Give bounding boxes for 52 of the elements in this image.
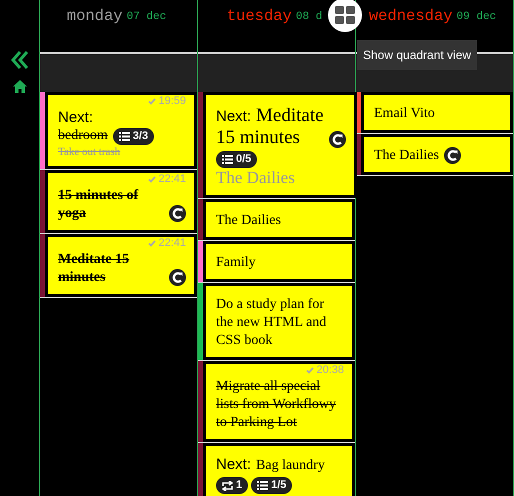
task-title: Email Vito: [374, 105, 435, 123]
task-title: bedroom: [58, 127, 108, 145]
check-icon: [148, 98, 156, 105]
task-title: Migrate all special lists from Workflowy to Parking Lot: [216, 378, 337, 432]
tooltip: Show quadrant view: [357, 40, 478, 70]
day-date: 08 d: [296, 10, 322, 25]
day-name: wednesday: [368, 6, 453, 27]
task-card[interactable]: Do a study plan for the new HTML and CSS book: [203, 283, 355, 360]
task-title: Do a study plan for the new HTML and CSS book: [216, 296, 328, 350]
task-card[interactable]: Next: Meditate 15 minutes 0/5 The Dailies: [203, 92, 357, 198]
check-icon: [148, 176, 156, 183]
check-icon: [306, 367, 314, 374]
task-card[interactable]: 19:59 Next: bedroom 3/3 Take out trash: [45, 92, 197, 169]
completed-time: 22:41: [158, 173, 186, 186]
task-heading: Next: Bag laundry: [216, 456, 325, 475]
grid-icon: [335, 6, 355, 24]
task-heading: Next: Meditate 15 minutes: [216, 105, 324, 149]
day-date: 09 dec: [456, 10, 496, 25]
task-card[interactable]: 22:41 15 minutes of yoga: [45, 170, 197, 233]
task-card[interactable]: Email Vito: [361, 92, 513, 133]
completed-time: 19:59: [158, 95, 186, 108]
checklist-badge: 1/5: [251, 477, 292, 494]
checklist-badge: 0/5: [216, 151, 258, 168]
repeat-count-badge: 1: [216, 477, 248, 494]
task-title: The Dailies: [374, 147, 439, 165]
list-icon: [118, 132, 130, 141]
list-icon: [257, 481, 268, 490]
check-icon: [148, 240, 156, 247]
repeat-icon: [222, 480, 233, 490]
task-card[interactable]: The Dailies: [203, 199, 355, 240]
task-title: Family: [216, 254, 256, 272]
completed-time: 20:38: [316, 364, 344, 377]
task-title: 15 minutes of yoga: [58, 187, 140, 223]
home-icon[interactable]: [12, 80, 26, 93]
checklist-badge: 3/3: [112, 128, 154, 145]
day-date: 07 dec: [126, 10, 166, 25]
subtask-text: Take out trash: [58, 145, 122, 159]
task-card[interactable]: 20:38 Migrate all special lists from Workflowy to Parking Lot: [203, 361, 355, 442]
task-card[interactable]: Family: [203, 241, 355, 282]
list-icon: [222, 155, 233, 164]
task-card[interactable]: Next: Bag laundry 1 1/5: [203, 443, 355, 496]
day-name: tuesday: [226, 6, 292, 27]
task-title: Meditate 15 minutes: [58, 251, 130, 287]
next-label: Next:: [58, 109, 94, 127]
task-card[interactable]: 22:41 Meditate 15 minutes: [45, 234, 197, 297]
task-title: The Dailies: [216, 212, 281, 230]
completed-time: 22:41: [158, 237, 186, 250]
task-card[interactable]: The Dailies: [361, 134, 513, 175]
subtask-text: The Dailies: [216, 168, 296, 188]
quadrant-view-button[interactable]: [328, 0, 362, 32]
collapse-icon[interactable]: [10, 50, 30, 70]
day-name: monday: [66, 6, 123, 27]
